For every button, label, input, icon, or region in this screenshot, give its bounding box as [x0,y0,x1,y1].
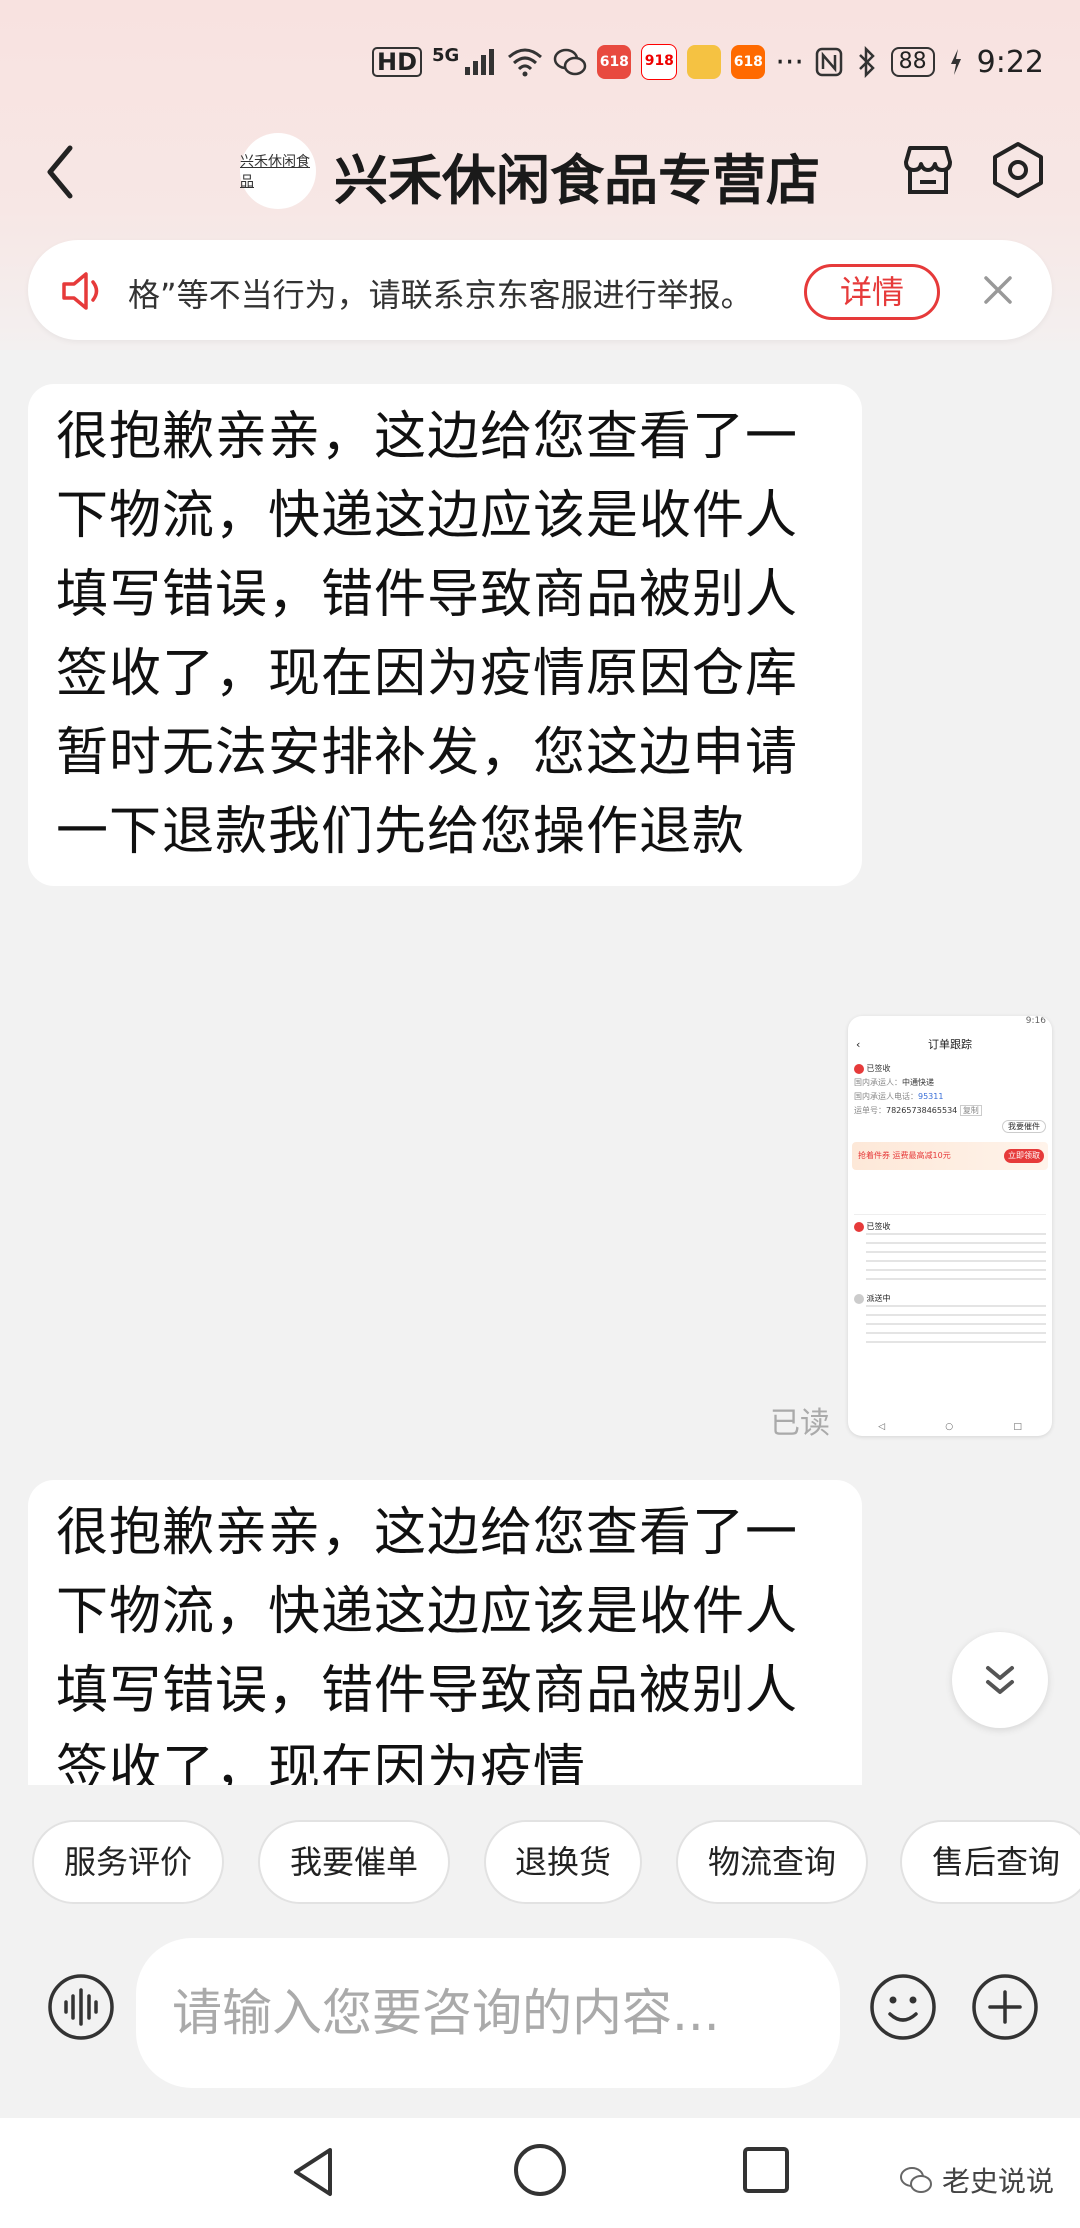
shop-logo[interactable]: 兴禾休闲食品 [240,133,316,209]
quick-reply-return-exchange[interactable]: 退换货 [484,1820,642,1904]
thumb-title: 订单跟踪 [928,1038,972,1051]
plus-icon[interactable] [970,1972,1040,2042]
wechat-watermark-icon [899,2167,932,2193]
thumb-nav: ◁ ○ □ [848,1422,1052,1432]
read-status: 已读 [770,1406,830,1441]
nav-back-icon[interactable] [288,2144,338,2200]
quick-reply-urge-order[interactable]: 我要催单 [258,1820,450,1904]
nfc-icon [815,47,842,77]
thumb-status-time: 9:16 [1025,1016,1046,1026]
thumb-address-block [854,1178,1046,1215]
watermark-text: 老史说说 [941,2165,1054,2198]
thumb-carrier-label: 国内承运人： [854,1078,902,1087]
thumb-check-icon [854,1063,864,1074]
settings-icon[interactable] [988,140,1048,200]
thumb-waybill-label: 运单号： [854,1106,886,1115]
scroll-to-bottom-button[interactable] [952,1632,1048,1728]
thumb-back-icon: ‹ [856,1038,861,1051]
hd-badge: HD [372,47,423,77]
bluetooth-icon [858,46,875,78]
thumb-promo: 抢着件券 运费最高减10元 [858,1151,951,1160]
nav-home-icon[interactable] [512,2142,568,2198]
charging-icon [950,49,961,75]
app-icon-618: 618 [597,45,632,79]
battery-level: 88 [890,47,935,77]
screenshot-message[interactable]: 9:16 ‹ 订单跟踪 已签收 国内承运人：中通快递 国内承运人电话：95311… [848,1016,1052,1436]
network-label: 5G [432,44,460,66]
thumb-phone: 95311 [918,1092,944,1101]
thumb-event-text-2 [866,1305,1046,1345]
quick-reply-service-review[interactable]: 服务评价 [32,1820,224,1904]
app-icon-taobao: 618 [731,45,766,79]
weibo-icon [687,45,722,79]
message-bubble[interactable]: 很抱歉亲亲，这边给您查看了一下物流，快递这边应该是收件人填写错误，错件导致商品被… [28,384,862,886]
thumb-nav-home-icon: ○ [945,1422,954,1432]
system-nav-bar: 老史说说 [0,2118,1080,2228]
wechat-icon [554,48,587,76]
thumb-promo-banner: 抢着件券 运费最高减10元 立即领取 [852,1142,1048,1170]
thumb-promo-button: 立即领取 [1004,1149,1044,1163]
input-bar: 请输入您要咨询的内容... [0,1938,1080,2088]
notice-detail-button[interactable]: 详情 [804,264,940,320]
chat-header: 兴禾休闲食品 兴禾休闲食品专营店 [0,128,1080,218]
nav-recent-icon[interactable] [740,2144,792,2196]
watermark: 老史说说 [898,2160,1054,2200]
app-icon-918: 918 [641,44,678,80]
chat-area[interactable]: 很抱歉亲亲，这边给您查看了一下物流，快递这边应该是收件人填写错误，错件导致商品被… [0,350,1080,1785]
message-bubble[interactable]: 很抱歉亲亲，这边给您查看了一下物流，快递这边应该是收件人填写错误，错件导致商品被… [28,1480,862,1785]
thumb-carrier: 中通快递 [902,1078,934,1087]
thumb-event-pending: 派送中 [866,1294,891,1303]
close-icon[interactable] [978,270,1018,310]
voice-icon[interactable] [46,1972,116,2042]
thumb-signed: 已签收 [866,1064,891,1073]
back-arrow-icon[interactable] [40,142,80,202]
emoji-icon[interactable] [868,1972,938,2042]
thumb-phone-label: 国内承运人电话： [854,1092,918,1101]
thumb-nav-recent-icon: □ [1013,1422,1022,1432]
message-input[interactable]: 请输入您要咨询的内容... [136,1938,840,2088]
wifi-icon [508,48,543,77]
thumb-copy: 复制 [959,1105,982,1116]
quick-reply-after-sales[interactable]: 售后查询 [900,1820,1080,1904]
shop-logo-text: 兴禾休闲食品 [240,154,310,190]
status-bar-right: 88 9:22 [815,42,1044,82]
quick-reply-logistics[interactable]: 物流查询 [676,1820,868,1904]
signal-icon [465,49,495,75]
double-chevron-down-icon [986,1666,1014,1694]
clock: 9:22 [976,44,1044,80]
status-bar-left: HD 5G 618 918 618 ··· [372,42,804,82]
thumb-report-button: 我要催件 [1002,1120,1046,1133]
shop-name[interactable]: 兴禾休闲食品专营店 [334,136,820,215]
speaker-icon [62,272,99,310]
more-indicator: ··· [775,44,804,80]
thumb-check-icon-2 [854,1221,864,1232]
report-notice: 格”等不当行为，请联系京东客服进行举报。 详情 [28,240,1052,340]
thumb-waybill: 78265738465534 [886,1106,958,1115]
thumb-event-text [866,1233,1046,1285]
thumb-event-signed: 已签收 [866,1222,891,1231]
thumb-nav-back-icon: ◁ [878,1422,886,1432]
notice-text: 格”等不当行为，请联系京东客服进行举报。 [128,276,753,314]
store-icon[interactable] [898,140,958,200]
thumb-dot-icon [854,1293,864,1304]
